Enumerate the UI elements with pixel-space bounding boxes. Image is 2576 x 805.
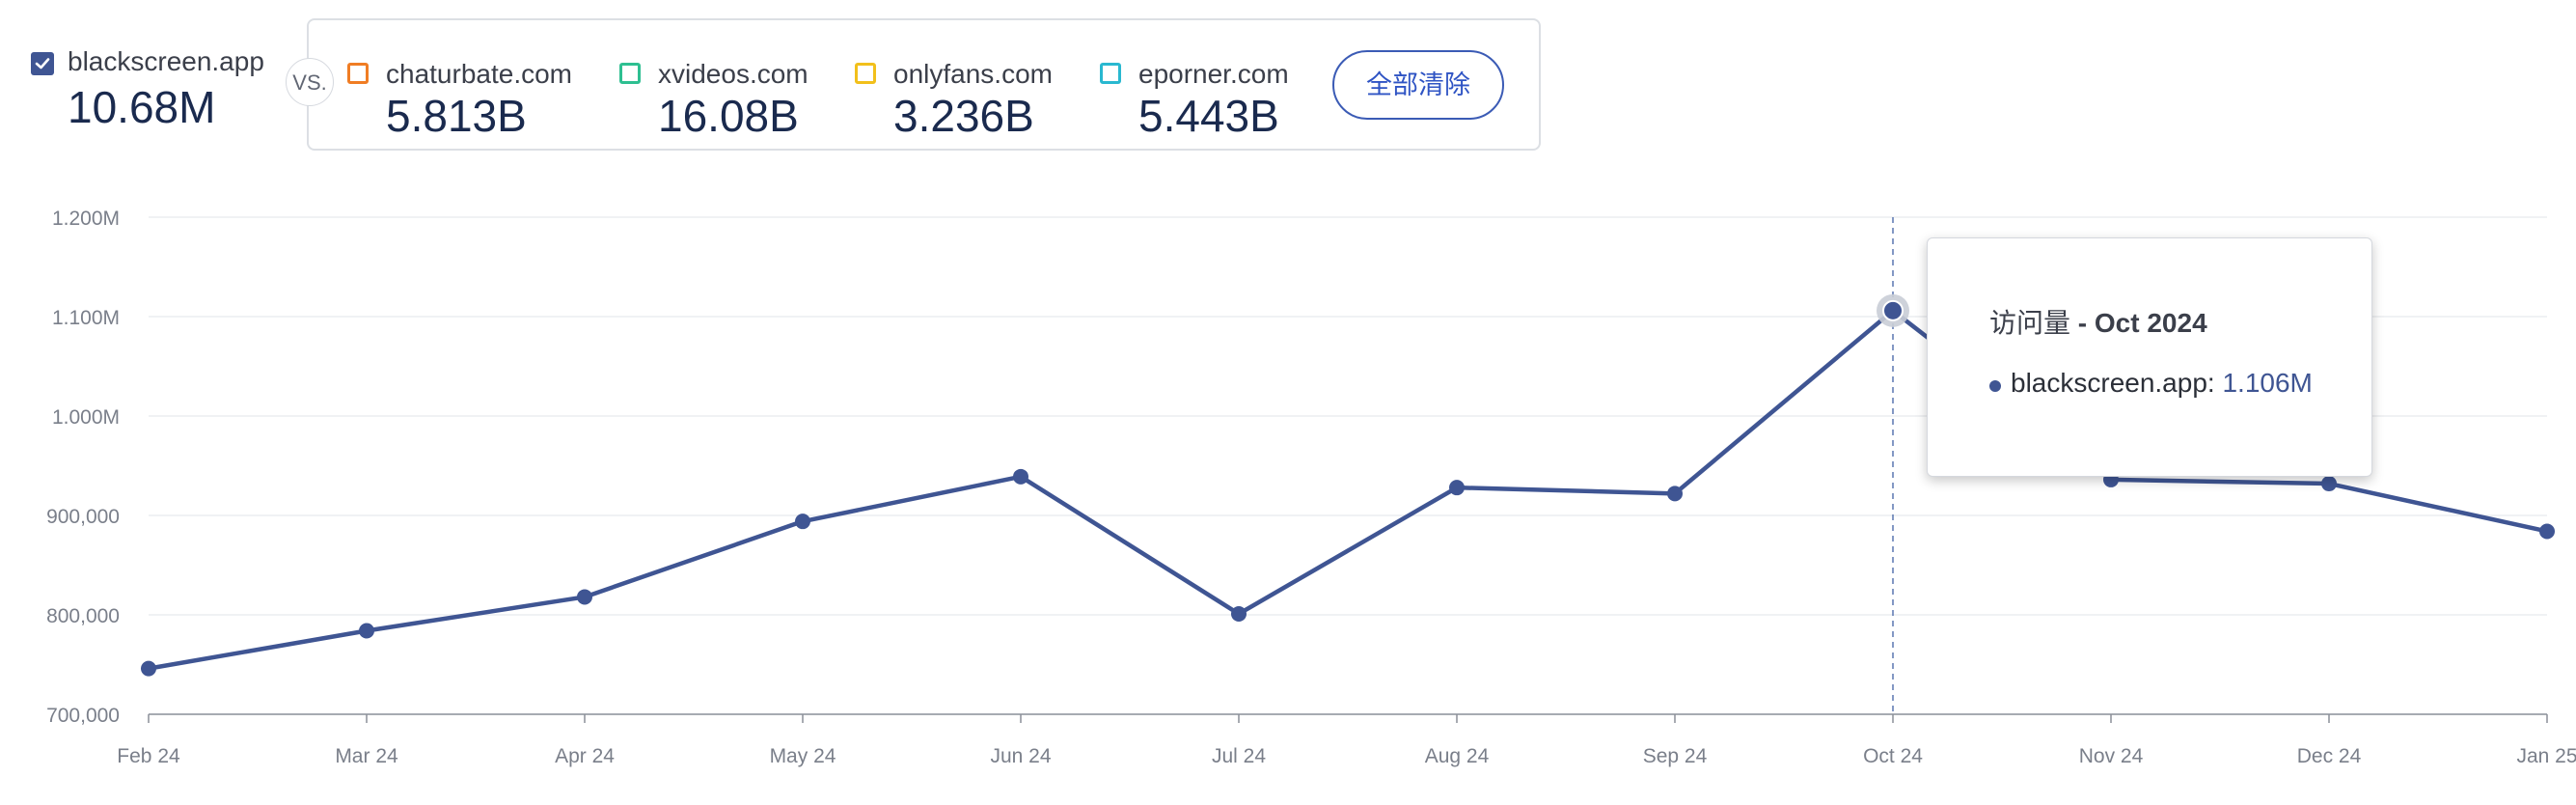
data-point (1013, 468, 1028, 485)
primary-site-name: blackscreen.app (68, 46, 264, 76)
primary-site-total: 10.68M (68, 82, 216, 132)
data-point (577, 589, 592, 605)
x-tick-label: May 24 (770, 745, 836, 767)
y-tick-label: 1.100M (52, 307, 120, 329)
data-point (1449, 480, 1465, 496)
data-point (795, 514, 810, 530)
x-tick-label: Apr 24 (555, 745, 615, 767)
comparison-site-total: 5.443B (1138, 91, 1279, 141)
unchecked-checkbox-icon[interactable] (619, 63, 641, 84)
y-tick-label: 800,000 (46, 605, 120, 627)
tooltip-metric: 访问量 (1989, 308, 2071, 338)
y-tick-label: 1.000M (52, 406, 120, 429)
vs-badge: VS. (286, 58, 334, 106)
tooltip-title: 访问量 - Oct 2024 (1989, 302, 2207, 341)
x-tick-label: Jan 25 (2516, 745, 2576, 767)
comparison-site-total: 5.813B (386, 91, 527, 141)
comparison-panel: chaturbate.com 5.813B xvideos.com 16.08B… (307, 18, 1541, 151)
comparison-site-total: 16.08B (658, 91, 799, 141)
x-tick-label: Mar 24 (335, 745, 398, 767)
chart-tooltip: 访问量 - Oct 2024 blackscreen.app: 1.106M (1927, 237, 2372, 477)
series-dot-icon (1989, 380, 2001, 392)
tooltip-series-row: blackscreen.app: 1.106M (2011, 368, 2313, 398)
clear-all-button[interactable]: 全部清除 (1332, 50, 1504, 120)
data-point (2321, 476, 2337, 492)
axes (148, 713, 2548, 723)
data-point (2539, 523, 2555, 540)
unchecked-checkbox-icon[interactable] (347, 63, 369, 84)
comparison-site-name: eporner.com (1138, 59, 1289, 89)
x-tick-label: Dec 24 (2297, 745, 2362, 767)
primary-site-selector[interactable]: blackscreen.app 10.68M (29, 46, 289, 143)
x-tick-label: Sep 24 (1643, 745, 1708, 767)
x-tick-label: Jul 24 (1212, 745, 1266, 767)
x-tick-label: Jun 24 (990, 745, 1051, 767)
comparison-site-name: xvideos.com (658, 59, 808, 89)
tooltip-period: Oct 2024 (2094, 308, 2207, 338)
checked-checkbox-icon[interactable] (31, 52, 54, 75)
comparison-site-total: 3.236B (893, 91, 1034, 141)
comparison-site-name: chaturbate.com (386, 59, 572, 89)
unchecked-checkbox-icon[interactable] (855, 63, 876, 84)
x-tick-label: Oct 24 (1863, 745, 1923, 767)
y-tick-label: 700,000 (46, 705, 120, 727)
tooltip-series-name: blackscreen.app (2011, 368, 2207, 398)
x-tick-label: Feb 24 (117, 745, 180, 767)
tooltip-separator: - (2070, 308, 2095, 338)
data-point (1231, 605, 1247, 622)
data-point (141, 660, 156, 677)
y-tick-label: 900,000 (46, 506, 120, 528)
data-point (1882, 299, 1904, 321)
comparison-site-name: onlyfans.com (893, 59, 1053, 89)
unchecked-checkbox-icon[interactable] (1100, 63, 1121, 84)
data-point (359, 623, 374, 639)
y-tick-label: 1.200M (52, 208, 120, 230)
tooltip-series-value: 1.106M (2222, 368, 2313, 398)
x-tick-label: Aug 24 (1425, 745, 1490, 767)
x-tick-label: Nov 24 (2079, 745, 2144, 767)
data-point (1667, 486, 1683, 502)
